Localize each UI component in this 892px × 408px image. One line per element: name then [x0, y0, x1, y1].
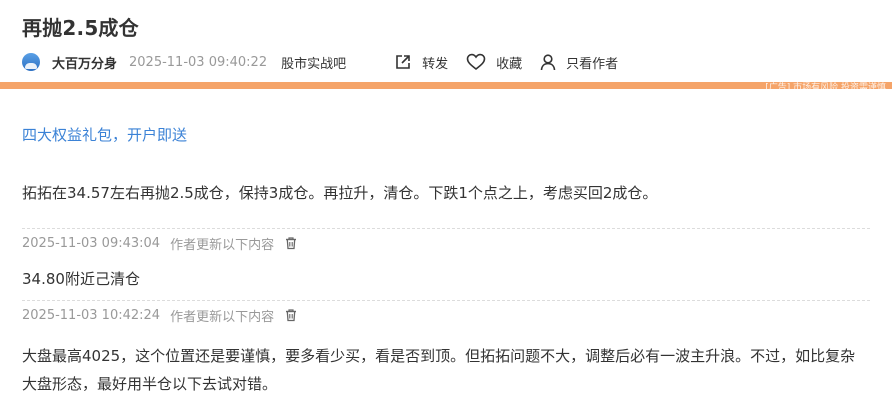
only-author-button[interactable]: 只看作者	[540, 53, 618, 72]
update-header-2: 2025-11-03 10:42:24 作者更新以下内容	[22, 300, 870, 329]
favorite-button[interactable]: 收藏	[466, 53, 522, 72]
post-meta: 大百万分身 2025-11-03 09:40:22 股市实战吧 转发 收藏 只看…	[22, 52, 636, 72]
delete-update-button[interactable]	[284, 236, 298, 250]
bar-name-link[interactable]: 股市实战吧	[281, 53, 346, 72]
share-button[interactable]: 转发	[394, 53, 448, 72]
update-note: 作者更新以下内容	[170, 309, 275, 325]
banner-overlay-text: [广告] 市场有风险 投资需谨慎	[765, 83, 886, 93]
share-label: 转发	[422, 56, 449, 72]
trash-icon	[286, 309, 297, 322]
update-timestamp: 2025-11-03 09:43:04	[22, 235, 161, 251]
promo-link[interactable]: 四大权益礼包，开户即送	[22, 124, 187, 145]
update-timestamp: 2025-11-03 10:42:24	[22, 307, 161, 323]
heart-icon	[466, 53, 486, 71]
favorite-label: 收藏	[496, 56, 523, 72]
post-title: 再抛2.5成仓	[22, 16, 139, 40]
post-timestamp: 2025-11-03 09:40:22	[129, 54, 268, 70]
update-note: 作者更新以下内容	[170, 237, 275, 253]
delete-update-button[interactable]	[284, 308, 298, 322]
author-avatar[interactable]	[22, 53, 40, 71]
only-author-label: 只看作者	[566, 56, 619, 72]
post-main-text: 拓拓在34.57左右再抛2.5成仓，保持3成仓。再拉升，清仓。下跌1个点之上，考…	[22, 184, 658, 202]
author-name[interactable]: 大百万分身	[52, 53, 117, 72]
update-text-2: 大盘最高4025，这个位置还是要谨慎，要多看少买，看是否到顶。但拓拓问题不大，调…	[22, 347, 856, 393]
update-text-1: 34.80附近己清仓	[22, 270, 140, 288]
user-icon	[540, 54, 556, 71]
trash-icon	[286, 237, 297, 250]
update-header-1: 2025-11-03 09:43:04 作者更新以下内容	[22, 228, 870, 257]
share-icon	[396, 55, 410, 69]
orange-divider-banner	[0, 82, 892, 89]
